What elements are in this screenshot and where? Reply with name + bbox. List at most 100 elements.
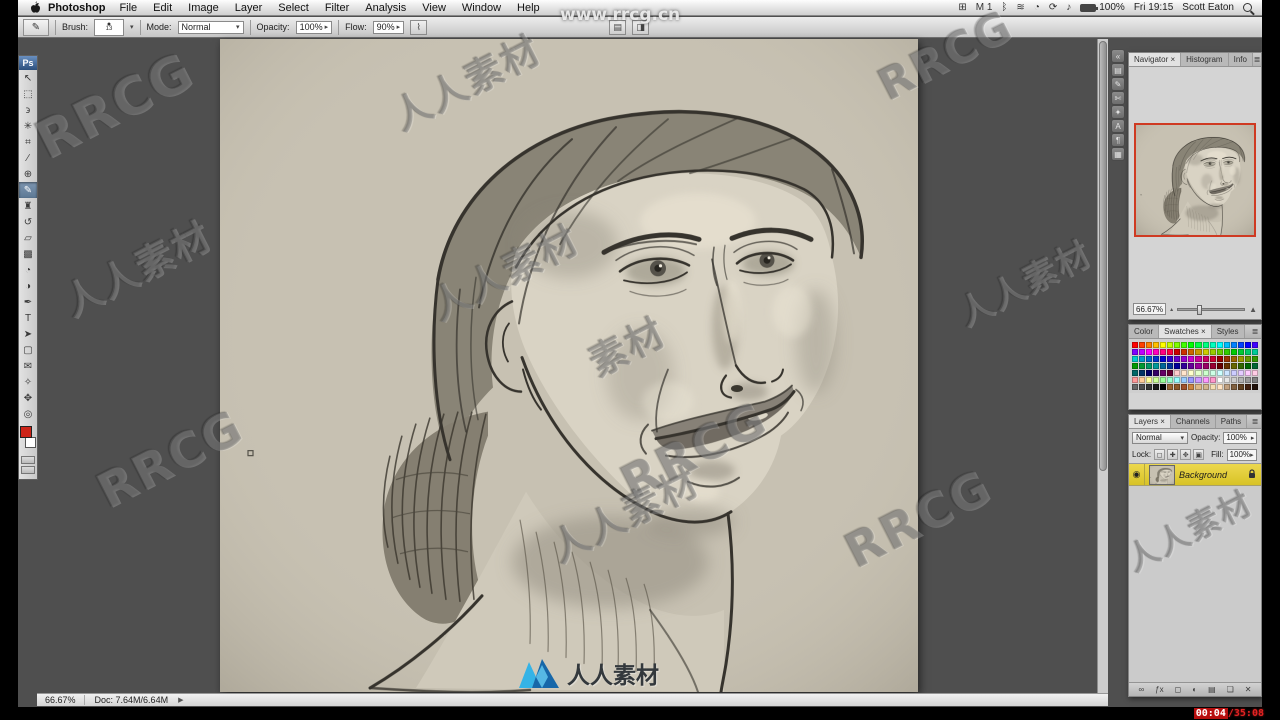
- color-swatch[interactable]: [1167, 370, 1174, 376]
- dock-panel-button[interactable]: ✦: [1111, 105, 1125, 119]
- color-swatch[interactable]: [1160, 370, 1167, 376]
- menubar-status-icon[interactable]: ᛒ: [1001, 2, 1007, 13]
- tool-button[interactable]: ✥: [19, 390, 37, 406]
- color-swatch[interactable]: [1139, 384, 1146, 390]
- color-swatch[interactable]: [1132, 363, 1139, 369]
- color-swatch[interactable]: [1160, 349, 1167, 355]
- layer-fill-field[interactable]: 100% ▸: [1226, 448, 1257, 461]
- flow-field[interactable]: 90% ▸: [372, 20, 405, 34]
- tool-button[interactable]: ♜: [19, 198, 37, 214]
- zoom-level-field[interactable]: 66.67%: [45, 695, 85, 705]
- panel-tab[interactable]: Histogram: [1181, 53, 1229, 66]
- tool-button[interactable]: ✒: [19, 294, 37, 310]
- color-swatch[interactable]: [1174, 384, 1181, 390]
- color-swatch[interactable]: [1139, 356, 1146, 362]
- color-swatch[interactable]: [1132, 356, 1139, 362]
- tool-button[interactable]: ➤: [19, 326, 37, 342]
- color-swatch[interactable]: [1202, 342, 1209, 348]
- color-swatch[interactable]: [1188, 384, 1195, 390]
- color-swatch[interactable]: [1195, 363, 1202, 369]
- layer-name[interactable]: Background: [1179, 470, 1227, 480]
- tool-button[interactable]: ✉: [19, 358, 37, 374]
- color-swatch[interactable]: [1174, 356, 1181, 362]
- menu-item[interactable]: View: [414, 2, 454, 14]
- foreground-color-swatch[interactable]: [20, 426, 32, 438]
- color-swatch[interactable]: [1223, 349, 1230, 355]
- color-swatch[interactable]: [1209, 349, 1216, 355]
- color-swatch[interactable]: [1181, 377, 1188, 383]
- tool-button[interactable]: ⊕: [19, 166, 37, 182]
- color-swatch[interactable]: [1160, 363, 1167, 369]
- color-swatch[interactable]: [1237, 363, 1244, 369]
- color-swatch[interactable]: [1251, 356, 1258, 362]
- color-swatch[interactable]: [1132, 349, 1139, 355]
- color-swatch[interactable]: [1153, 356, 1160, 362]
- brush-preset-picker[interactable]: ● 13: [94, 18, 125, 36]
- color-swatch[interactable]: [1251, 384, 1258, 390]
- canvas-artwork[interactable]: [220, 39, 918, 692]
- menubar-status-icon[interactable]: ⊞: [958, 2, 966, 13]
- panel-tab[interactable]: Layers ×: [1129, 415, 1171, 428]
- tool-button[interactable]: ↖: [19, 70, 37, 86]
- screen-mode-button[interactable]: [21, 466, 35, 474]
- color-swatch[interactable]: [1216, 356, 1223, 362]
- color-swatch[interactable]: [1160, 384, 1167, 390]
- panel-menu-icon[interactable]: ≣: [1249, 325, 1261, 338]
- tool-button[interactable]: ✧: [19, 374, 37, 390]
- color-swatch[interactable]: [1244, 349, 1251, 355]
- color-swatch[interactable]: [1146, 342, 1153, 348]
- color-swatch[interactable]: [1202, 384, 1209, 390]
- menubar-status-icon[interactable]: M 1: [976, 2, 993, 13]
- menubar-status-icon[interactable]: ≋: [1016, 2, 1024, 13]
- app-menu-photoshop[interactable]: Photoshop: [48, 2, 105, 14]
- vertical-scrollbar[interactable]: [1097, 39, 1108, 693]
- color-swatch[interactable]: [1209, 370, 1216, 376]
- color-swatch[interactable]: [1167, 356, 1174, 362]
- menu-item[interactable]: Select: [270, 2, 317, 14]
- color-swatch[interactable]: [1132, 384, 1139, 390]
- color-swatch[interactable]: [1139, 370, 1146, 376]
- color-swatch[interactable]: [1223, 342, 1230, 348]
- color-swatch[interactable]: [1223, 384, 1230, 390]
- color-swatch[interactable]: [1181, 370, 1188, 376]
- color-swatch[interactable]: [1188, 349, 1195, 355]
- dock-panel-button[interactable]: ¶: [1111, 133, 1125, 147]
- color-swatch[interactable]: [1251, 342, 1258, 348]
- dock-panel-button[interactable]: ▦: [1111, 147, 1125, 161]
- color-swatch[interactable]: [1188, 363, 1195, 369]
- color-swatch[interactable]: [1139, 363, 1146, 369]
- menu-item[interactable]: File: [111, 2, 145, 14]
- menu-item[interactable]: Analysis: [357, 2, 414, 14]
- panel-tab[interactable]: Channels: [1170, 415, 1216, 428]
- tool-button[interactable]: ∕: [19, 150, 37, 166]
- layers-footer-button[interactable]: ◐: [1192, 685, 1197, 694]
- color-swatch[interactable]: [1167, 349, 1174, 355]
- navigator-zoom-slider[interactable]: [1177, 304, 1246, 315]
- color-swatch[interactable]: [1202, 370, 1209, 376]
- color-swatch[interactable]: [1181, 356, 1188, 362]
- color-swatch[interactable]: [1167, 384, 1174, 390]
- color-swatch[interactable]: [1209, 377, 1216, 383]
- color-swatch[interactable]: [1237, 342, 1244, 348]
- color-swatch[interactable]: [1244, 384, 1251, 390]
- tool-button[interactable]: ◎: [19, 406, 37, 422]
- slider-handle[interactable]: [1196, 304, 1202, 315]
- color-swatch[interactable]: [1153, 349, 1160, 355]
- color-swatch[interactable]: [1216, 370, 1223, 376]
- panel-tab[interactable]: Swatches ×: [1159, 325, 1212, 338]
- dock-panel-button[interactable]: ✄: [1111, 91, 1125, 105]
- lock-option-button[interactable]: ✚: [1167, 449, 1179, 460]
- dock-panel-button[interactable]: «: [1111, 49, 1125, 63]
- color-swatch[interactable]: [1209, 363, 1216, 369]
- color-swatch[interactable]: [1230, 349, 1237, 355]
- color-swatch[interactable]: [1202, 356, 1209, 362]
- color-swatch[interactable]: [1195, 342, 1202, 348]
- color-swatch[interactable]: [1146, 377, 1153, 383]
- panel-menu-icon[interactable]: ≣: [1249, 415, 1261, 428]
- color-swatch[interactable]: [1230, 370, 1237, 376]
- tool-button[interactable]: ⌗: [19, 134, 37, 150]
- tool-button[interactable]: ✎: [19, 182, 37, 198]
- apple-logo-icon[interactable]: [28, 1, 42, 14]
- airbrush-toggle-button[interactable]: ⌇: [410, 19, 428, 35]
- color-swatch[interactable]: [1209, 342, 1216, 348]
